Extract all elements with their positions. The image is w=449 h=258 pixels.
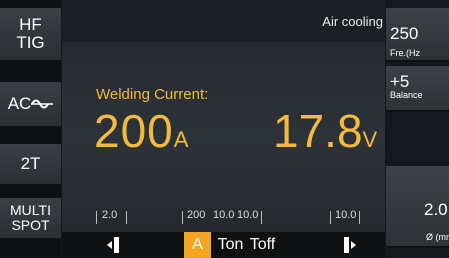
post-flow-icon — [344, 237, 356, 253]
diameter-value: 2.0 — [424, 200, 448, 219]
frequency-label: Fre.(Hz — [390, 48, 420, 58]
current-param-value: 200 — [187, 209, 206, 221]
param-tick — [182, 211, 183, 224]
toff-value: 10.0 — [237, 209, 259, 221]
mode-button[interactable]: HF TIG — [0, 8, 61, 62]
current-value: 200 — [94, 105, 174, 157]
frequency-button[interactable]: 250 Fre.(Hz — [386, 8, 449, 62]
current-type-button[interactable]: AC — [0, 82, 61, 128]
voltage-readout: 17.8V — [273, 104, 377, 158]
ton-button[interactable]: Ton — [215, 232, 246, 258]
diameter-label: Ø (mm) — [426, 232, 449, 242]
voltage-unit: V — [362, 127, 378, 152]
current-unit: A — [173, 127, 190, 152]
current-type-label: AC — [7, 94, 32, 113]
toff-button[interactable]: Toff — [246, 232, 279, 258]
pre-flow-icon — [107, 237, 119, 253]
trigger-button[interactable]: 2T — [0, 144, 61, 186]
param-tick — [359, 211, 360, 224]
mode-label: HF TIG — [16, 15, 45, 52]
pre-flow-value: 2.0 — [102, 209, 118, 221]
current-a-label: A — [192, 236, 203, 253]
frequency-value: 250 — [390, 24, 419, 43]
diameter-button[interactable]: 2.0 Ø (mm) — [386, 166, 449, 248]
spot-label: MULTI SPOT — [10, 202, 51, 233]
post-flow-value: 10.0 — [335, 209, 357, 221]
spot-button[interactable]: MULTI SPOT — [0, 198, 61, 240]
trigger-label: 2T — [20, 154, 41, 173]
ton-value: 10.0 — [213, 209, 235, 221]
welding-current-label: Welding Current: — [96, 86, 209, 103]
param-tick — [330, 211, 331, 224]
cooling-status: Air cooling — [322, 14, 383, 29]
balance-label: Balance — [390, 90, 423, 100]
balance-value: +5 — [390, 72, 410, 91]
pre-flow-button[interactable] — [100, 232, 130, 258]
toff-label: Toff — [249, 236, 276, 253]
param-tick — [261, 211, 262, 224]
ton-label: Ton — [217, 236, 244, 253]
balance-button[interactable]: +5 Balance — [386, 66, 449, 112]
param-tick — [126, 211, 127, 224]
param-tick — [96, 211, 97, 224]
current-readout: 200A — [94, 104, 189, 158]
ac-wave-icon — [31, 99, 54, 109]
post-flow-button[interactable] — [334, 232, 364, 258]
voltage-value: 17.8 — [273, 105, 363, 157]
param-row: 2.0 200 10.0 10.0 10.0 — [62, 209, 385, 231]
current-a-button[interactable]: A — [184, 232, 211, 258]
